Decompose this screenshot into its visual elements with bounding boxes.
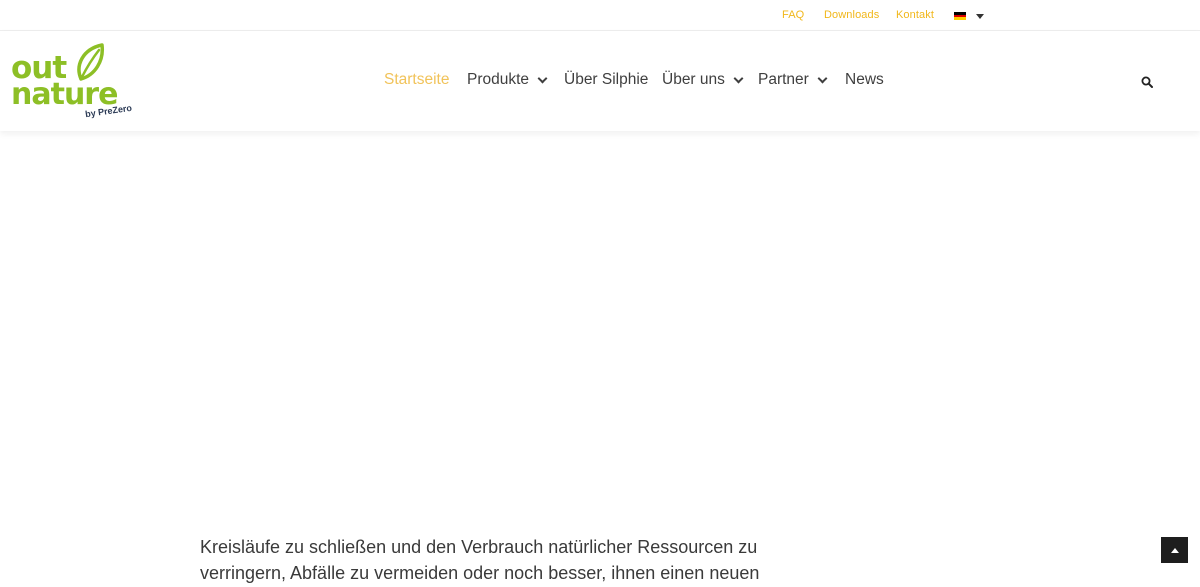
nav-item-news[interactable]: News <box>845 71 884 89</box>
flag-de-icon <box>954 12 966 21</box>
intro-paragraph: Kreisläufe zu schließen und den Verbrauc… <box>200 537 760 583</box>
topbar-link-downloads[interactable]: Downloads <box>824 9 879 21</box>
logo-word-nature: nature <box>11 77 118 112</box>
nav-item-label: Über uns <box>662 71 725 88</box>
nav-item-label: Produkte <box>467 71 530 88</box>
nav-item-label: Über Silphie <box>564 71 649 88</box>
nav-item-ueber-uns[interactable]: Über uns <box>662 71 744 89</box>
back-to-top-button[interactable] <box>1161 537 1188 563</box>
nav-item-label: Partner <box>758 71 809 88</box>
nav-item-ueber-silphie[interactable]: Über Silphie <box>564 71 648 89</box>
chevron-down-icon <box>537 73 548 83</box>
topbar-link-kontakt[interactable]: Kontakt <box>896 9 934 21</box>
nav-item-partner[interactable]: Partner <box>758 71 828 89</box>
caret-down-icon <box>976 13 984 19</box>
chevron-down-icon <box>817 73 828 83</box>
leaf-icon <box>77 43 104 81</box>
nav-item-startseite[interactable]: Startseite <box>384 71 449 89</box>
nav-item-label: Startseite <box>384 71 450 88</box>
nav-item-label: News <box>845 71 884 88</box>
arrow-up-icon <box>1170 547 1179 553</box>
language-switcher[interactable] <box>954 10 984 22</box>
topbar-link-faq[interactable]: FAQ <box>782 9 804 21</box>
main-header: out nature by PreZero Startseite Produkt… <box>0 31 1200 131</box>
top-utility-bar: FAQ Downloads Kontakt <box>0 0 1200 31</box>
chevron-down-icon <box>733 73 744 83</box>
site-logo[interactable]: out nature by PreZero <box>11 43 133 119</box>
search-icon[interactable] <box>1141 76 1153 88</box>
nav-item-produkte[interactable]: Produkte <box>467 71 548 89</box>
